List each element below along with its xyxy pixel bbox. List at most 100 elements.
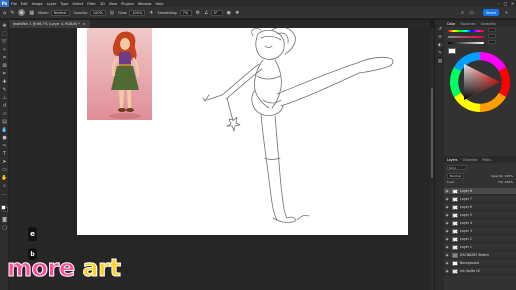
brushes-icon[interactable]: ✎ [437, 50, 443, 56]
history-icon[interactable]: ↺ [437, 26, 443, 32]
adjustments-icon[interactable]: ◐ [437, 42, 443, 48]
tab-color[interactable]: Color [447, 22, 455, 26]
eye-icon[interactable]: ◉ [444, 229, 450, 233]
menu-type[interactable]: Type [58, 2, 70, 6]
menu-window[interactable]: Window [136, 2, 154, 6]
foreground-color-swatch[interactable] [1, 205, 6, 210]
healing-icon[interactable]: ✚ [1, 78, 8, 85]
smoothing-settings-icon[interactable]: ⚙ [196, 10, 200, 16]
menu-filter[interactable]: Filter [85, 2, 98, 6]
layer-row[interactable]: ◉ Background [444, 260, 516, 267]
symmetry-icon[interactable]: ❖ [235, 10, 239, 16]
smoothing-field[interactable]: 7% [179, 9, 192, 16]
layer-row[interactable]: ◉ Ink Sprite LE [444, 268, 516, 275]
collapse-icon[interactable]: » [503, 9, 510, 16]
pressure-size-icon[interactable]: ◉ [227, 10, 231, 16]
search-icon[interactable]: ⌕ [459, 9, 466, 16]
maximize-button[interactable]: □ [503, 1, 508, 6]
type-icon[interactable]: T [1, 150, 8, 157]
more-tools-icon[interactable]: … [1, 190, 8, 197]
menu-3d[interactable]: 3D [98, 2, 107, 6]
eye-icon[interactable]: ◉ [444, 253, 450, 257]
eye-icon[interactable]: ◉ [444, 205, 450, 209]
close-tab-icon[interactable]: × [83, 22, 86, 26]
menu-select[interactable]: Select [70, 2, 85, 6]
menu-file[interactable]: File [9, 2, 19, 6]
share-button[interactable]: Share [483, 9, 499, 16]
tab-paths[interactable]: Paths [482, 158, 491, 162]
blur-icon[interactable]: 💧 [1, 126, 8, 133]
hue-value[interactable] [488, 28, 496, 32]
menu-layer[interactable]: Layer [45, 2, 59, 6]
close-window-button[interactable]: ✕ [510, 1, 515, 6]
mode-select[interactable]: Normal [50, 9, 70, 16]
crop-icon[interactable]: ⌗ [1, 54, 8, 61]
layer-opacity-field[interactable]: 100% [504, 174, 513, 178]
color-swatches[interactable] [1, 205, 8, 212]
eye-icon[interactable]: ◉ [444, 245, 450, 249]
layer-row[interactable]: ◉ Layer 2 [444, 236, 516, 243]
eyedropper-icon[interactable]: ✒ [1, 70, 8, 77]
airbrush-icon[interactable]: ✈ [149, 10, 153, 16]
blend-mode-select[interactable]: Normal [447, 172, 464, 179]
menu-help[interactable]: Help [154, 2, 166, 6]
workspace-icon[interactable]: ▭ [468, 9, 475, 16]
eraser-icon[interactable]: ▱ [1, 110, 8, 117]
gradient-icon[interactable]: ▤ [1, 118, 8, 125]
layer-row[interactable]: ◉ Layer 1 [444, 244, 516, 251]
eye-icon[interactable]: ◉ [444, 269, 450, 273]
history-brush-icon[interactable]: ↺ [1, 102, 8, 109]
layer-row[interactable]: ◉ Layer 4 [444, 220, 516, 227]
brush-size-preview[interactable] [18, 9, 26, 16]
saturation-slider[interactable] [448, 36, 484, 38]
pen-icon[interactable]: ✑ [1, 142, 8, 149]
clone-stamp-icon[interactable]: ⊥ [1, 94, 8, 101]
marquee-icon[interactable]: ⬚ [1, 30, 8, 37]
hue-slider[interactable] [448, 30, 484, 32]
fill-field[interactable]: 100% [504, 180, 513, 184]
layer-row[interactable]: ◉ Layer 7 [444, 196, 516, 203]
document-tab[interactable]: JeadWick 1 @ 66.7% (Layer 4, RGB/8) * × [9, 20, 90, 28]
brightness-value[interactable] [488, 40, 496, 44]
layer-row[interactable]: ◉ DSCN8263 Sketch [444, 252, 516, 259]
quick-mask-icon[interactable]: ◙ [1, 216, 8, 223]
eye-icon[interactable]: ◉ [444, 261, 450, 265]
libraries-icon[interactable]: ▥ [437, 58, 443, 64]
layer-row[interactable]: ◉ Layer 5 [444, 212, 516, 219]
menu-image[interactable]: Image [30, 2, 45, 6]
screen-mode-icon[interactable]: ▢ [1, 224, 8, 231]
eye-icon[interactable]: ◉ [444, 221, 450, 225]
tab-swatches[interactable]: Swatches [460, 22, 475, 26]
shape-icon[interactable]: ▭ [1, 166, 8, 173]
layer-filter-kind[interactable]: Kind [447, 165, 467, 170]
brush-icon[interactable]: ✎ [1, 86, 8, 93]
tab-gradients[interactable]: Gradients [481, 22, 497, 26]
menu-edit[interactable]: Edit [19, 2, 30, 6]
eye-icon[interactable]: ◉ [444, 213, 450, 217]
eye-icon[interactable]: ◉ [444, 197, 450, 201]
tab-channels[interactable]: Channels [463, 158, 478, 162]
layer-row[interactable]: ◉ Layer 6 [444, 204, 516, 211]
dodge-icon[interactable]: ● [1, 134, 8, 141]
menu-plugins[interactable]: Plugins [119, 2, 136, 6]
menu-view[interactable]: View [107, 2, 119, 6]
eye-icon[interactable]: ◉ [444, 189, 450, 193]
pressure-opacity-icon[interactable]: ◎ [110, 10, 114, 16]
quick-select-icon[interactable]: ✧ [1, 46, 8, 53]
lasso-icon[interactable]: ➰ [1, 38, 8, 45]
layer-row[interactable]: ◉ Layer 8 [444, 188, 516, 195]
brush-preset-icon[interactable]: ✎ [10, 10, 14, 16]
brush-settings-icon[interactable]: ▦ [29, 10, 34, 16]
color-wheel[interactable] [448, 50, 512, 114]
eye-icon[interactable]: ◉ [444, 237, 450, 241]
layer-row[interactable]: ◉ Layer 3 [444, 228, 516, 235]
move-icon[interactable]: ✥ [1, 22, 8, 29]
frame-icon[interactable]: ⊠ [1, 62, 8, 69]
zoom-icon[interactable]: ⌕ [1, 182, 8, 189]
home-icon[interactable]: ⌂ [3, 10, 6, 16]
tab-layers[interactable]: Layers [447, 158, 458, 162]
angle-field[interactable]: 0° [210, 9, 223, 16]
hand-icon[interactable]: ✋ [1, 174, 8, 181]
properties-icon[interactable]: ≡ [437, 34, 443, 40]
opacity-field[interactable]: 100% [89, 9, 106, 16]
